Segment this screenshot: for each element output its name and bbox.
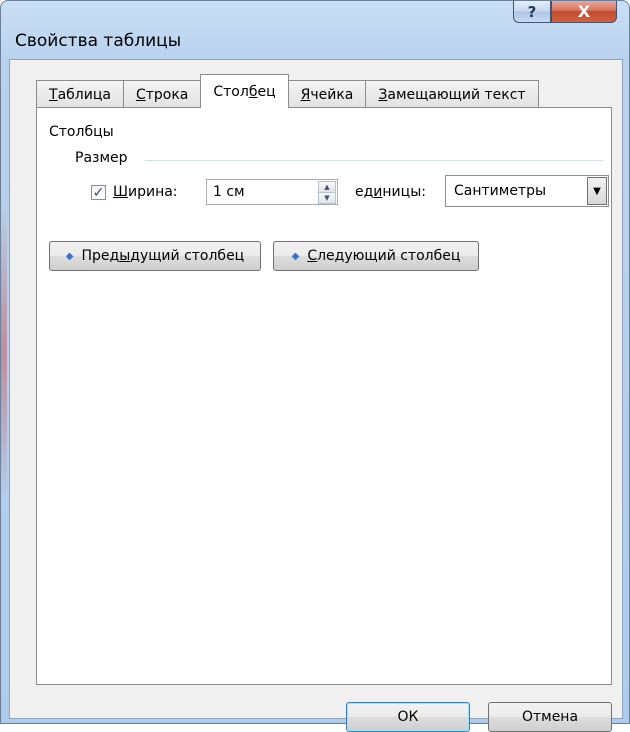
window-edge-glow [1,201,7,501]
tab-table-hotkey: Т [49,86,58,103]
cancel-button[interactable]: Отмена [488,702,612,732]
tab-cell-hotkey: Я [300,86,311,103]
tab-table[interactable]: Таблица [36,80,124,108]
help-button[interactable]: ? [513,1,551,23]
width-spinner: ▲ ▼ [318,181,336,204]
tab-row-hotkey: С [135,86,146,103]
width-label: Ширина: [113,184,178,200]
next-column-label: ледующий столбец [317,248,461,264]
close-button[interactable]: X [551,1,617,23]
tab-panel-column: Столбцы Размер ✓ Ширина: 1 см ▲ ▼ единиц… [36,107,612,685]
tab-column-label: ец [257,83,276,100]
arrow-left-icon: ◆ [65,250,74,262]
tab-column-hotkey: б [248,83,258,100]
tab-alt-text-hotkey: З [378,86,388,103]
close-icon: X [577,2,591,21]
next-column-button[interactable]: ◆ Следующий столбец [273,241,479,271]
tab-strip: Таблица Строка Стол б ец Ячейка Замещающий… [36,74,539,108]
width-label-text: ирина: [127,184,178,200]
previous-column-label-pre: Пред [81,248,120,264]
previous-column-hotkey: ы [119,248,131,264]
size-separator [145,160,603,161]
columns-group-label: Столбцы [49,124,114,140]
tab-row[interactable]: Строка [122,80,202,108]
tab-alt-text[interactable]: Замещающий текст [365,80,539,108]
width-label-hotkey: Ш [113,184,128,200]
previous-column-label: дущий столбец [130,248,245,264]
width-input[interactable]: 1 см ▲ ▼ [206,179,338,205]
ok-button[interactable]: ОК [346,702,470,732]
spin-down-icon[interactable]: ▼ [318,192,336,204]
tab-row-label: трока [145,86,189,103]
width-value: 1 см [213,184,245,200]
dialog-window: Свойства таблицы ? X Таблица Строка Стол… [0,0,630,732]
units-value: Сантиметры [454,183,547,199]
width-checkbox[interactable]: ✓ [91,185,106,200]
units-label-pre: ед [355,184,374,200]
units-select[interactable]: Сантиметры ▼ [445,175,609,207]
tab-cell[interactable]: Ячейка [287,80,367,108]
tab-alt-text-label: амещающий текст [387,86,526,103]
units-label-post: ницы: [382,184,426,200]
window-title: Свойства таблицы [15,31,182,51]
dialog-body: Таблица Строка Стол б ец Ячейка Замещающий… [9,59,623,732]
tab-cell-label: чейка [310,86,354,103]
next-column-hotkey: С [307,248,318,264]
tab-column[interactable]: Стол б ец [200,74,289,108]
units-label: единицы: [355,184,426,200]
previous-column-button[interactable]: ◆ Пред ы дущий столбец [49,241,261,271]
tab-column-label-pre: Стол [213,83,249,100]
arrow-right-icon: ◆ [291,250,300,262]
chevron-down-icon[interactable]: ▼ [587,177,607,205]
help-icon: ? [527,2,537,21]
checkmark-icon: ✓ [92,184,105,201]
size-section-label: Размер [75,150,128,166]
tab-table-label: аблица [57,86,111,103]
